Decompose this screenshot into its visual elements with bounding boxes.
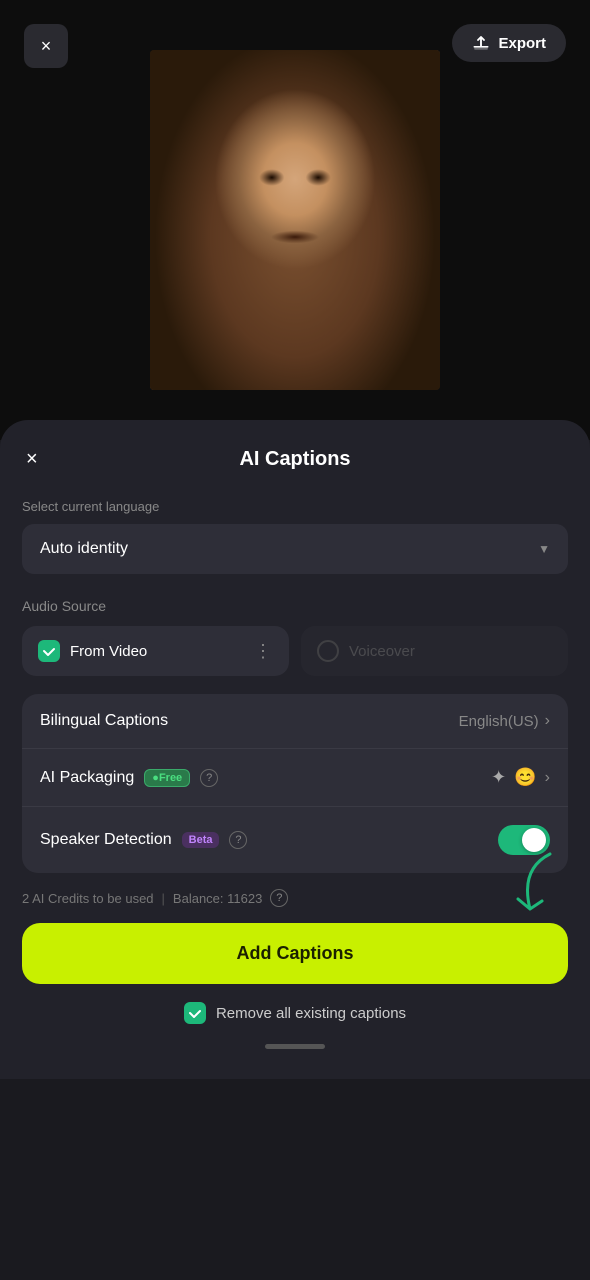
remove-existing-label: Remove all existing captions [216, 1005, 406, 1022]
ai-packaging-label: AI Packaging [40, 769, 134, 787]
dots-menu-icon[interactable]: ⋮ [254, 641, 273, 662]
panel-header: × AI Captions [22, 448, 568, 471]
bottom-bar [265, 1044, 325, 1049]
credits-text: 2 AI Credits to be used [22, 891, 154, 906]
credits-balance: Balance: 11623 [173, 891, 262, 906]
speaker-detection-help-icon[interactable]: ? [229, 831, 247, 849]
ai-packaging-help-icon[interactable]: ? [200, 769, 218, 787]
credits-row: 2 AI Credits to be used | Balance: 11623… [22, 889, 568, 907]
arrow-indicator-icon [500, 849, 560, 929]
emoji-icon: 😊 [514, 767, 536, 788]
top-close-button[interactable]: × [24, 24, 68, 68]
speaker-detection-badge: Beta [182, 832, 220, 848]
ai-packaging-chevron-icon: › [545, 769, 550, 787]
bilingual-label: Bilingual Captions [40, 712, 168, 730]
panel-title: AI Captions [239, 448, 350, 471]
ai-packaging-left: AI Packaging ●Free ? [40, 769, 218, 787]
language-dropdown[interactable]: Auto identity ▼ [22, 524, 568, 574]
dropdown-arrow-icon: ▼ [538, 542, 550, 556]
bilingual-value: English(US) [459, 713, 539, 730]
language-selected: Auto identity [40, 540, 128, 558]
main-panel: × AI Captions Select current language Au… [0, 420, 590, 1079]
video-area: × Export [0, 0, 590, 440]
circle-icon-voiceover [317, 640, 339, 662]
ai-packaging-badge-label: ● [152, 772, 159, 784]
add-captions-button[interactable]: Add Captions [22, 923, 568, 984]
audio-source-label: Audio Source [22, 598, 568, 614]
bilingual-chevron-icon: › [545, 712, 550, 730]
video-thumbnail [150, 50, 440, 390]
arrow-overlay [500, 849, 560, 934]
check-icon-from-video [38, 640, 60, 662]
add-captions-label: Add Captions [237, 943, 354, 963]
credits-help-icon[interactable]: ? [270, 889, 288, 907]
ai-packaging-row[interactable]: AI Packaging ●Free ? ✦ 😊 › [22, 749, 568, 807]
bilingual-right: English(US) › [459, 712, 550, 730]
panel-close-button[interactable]: × [22, 444, 42, 475]
export-button[interactable]: Export [452, 24, 566, 62]
ai-packaging-badge: ●Free [144, 769, 190, 787]
credits-divider: | [162, 891, 165, 906]
ai-packaging-right: ✦ 😊 › [491, 767, 550, 788]
audio-option-from-video-label: From Video [70, 643, 147, 660]
speaker-detection-row: Speaker Detection Beta ? [22, 807, 568, 873]
bilingual-left: Bilingual Captions [40, 712, 168, 730]
audio-option-from-video[interactable]: From Video ⋮ [22, 626, 289, 676]
export-icon [472, 34, 490, 52]
audio-option-voiceover[interactable]: Voiceover [301, 626, 568, 676]
bilingual-row[interactable]: Bilingual Captions English(US) › [22, 694, 568, 749]
audio-source-row: From Video ⋮ Voiceover [22, 626, 568, 676]
language-section-label: Select current language [22, 499, 568, 514]
remove-existing-check[interactable] [184, 1002, 206, 1024]
settings-card: Bilingual Captions English(US) › AI Pack… [22, 694, 568, 873]
speaker-detection-label: Speaker Detection [40, 831, 172, 849]
speaker-detection-left: Speaker Detection Beta ? [40, 831, 247, 849]
remove-existing-row: Remove all existing captions [22, 1002, 568, 1024]
audio-option-voiceover-label: Voiceover [349, 643, 415, 660]
sparkle-icon: ✦ [491, 767, 506, 788]
